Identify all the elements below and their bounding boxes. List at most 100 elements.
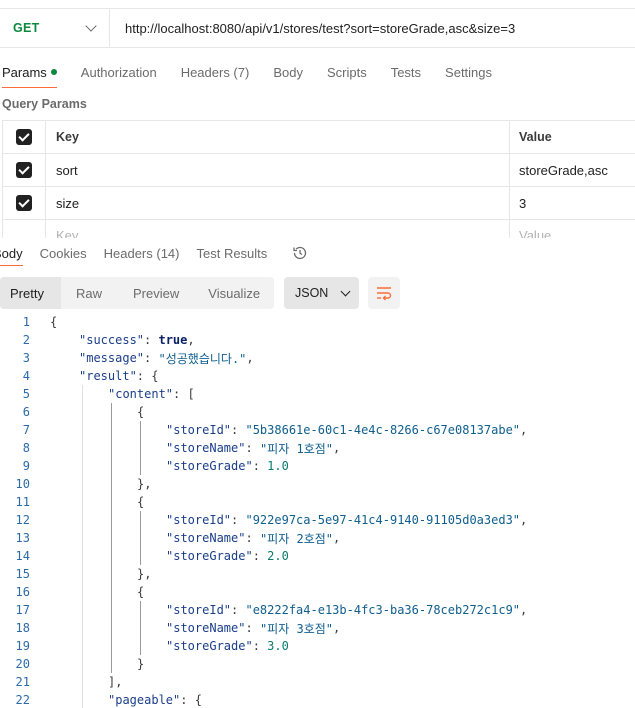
indent-guide (111, 511, 112, 529)
indent-guide (111, 565, 112, 583)
code-token: { (50, 315, 58, 329)
view-visualize-button[interactable]: Visualize (197, 277, 270, 309)
code-text: "storeId": "922e97ca-5e97-41c4-9140-9110… (166, 511, 527, 529)
param-checkbox[interactable] (16, 195, 32, 211)
indent-guide (111, 421, 112, 439)
code-line: 10}, (0, 475, 635, 493)
method-select[interactable]: GET (0, 9, 110, 47)
param-value-field[interactable]: 3 (510, 187, 635, 219)
tab-authorization[interactable]: Authorization (81, 56, 157, 88)
view-raw-button[interactable]: Raw (61, 277, 120, 309)
code-line: 2 "success": true, (0, 331, 635, 349)
url-input[interactable]: http://localhost:8080/api/v1/stores/test… (110, 21, 515, 36)
code-token: : { (136, 369, 159, 383)
chevron-down-icon (340, 286, 351, 296)
code-text: "storeGrade": 2.0 (166, 547, 289, 565)
code-text: "success": true, (79, 331, 195, 349)
code-line: 1{ (0, 313, 635, 331)
indent-guide (140, 439, 141, 457)
code-text: ], (108, 673, 122, 691)
tab-headers[interactable]: Headers (7) (181, 56, 250, 88)
format-select[interactable]: JSON (284, 277, 359, 309)
indent-guide (111, 583, 112, 601)
line-number: 5 (22, 387, 30, 401)
code-text: }, (137, 565, 151, 583)
code-token: , (187, 333, 195, 347)
indent-guide (140, 601, 141, 619)
param-key-field[interactable]: sort (46, 154, 510, 186)
line-number: 15 (15, 567, 30, 581)
tab-scripts[interactable]: Scripts (327, 56, 367, 88)
indent-guide (82, 673, 83, 691)
tab-label: Params (2, 64, 47, 80)
tab-response-body[interactable]: Body (0, 240, 23, 266)
code-token: "storeGrade" (166, 549, 253, 563)
response-tabs: Body Cookies Headers (14) Test Results (0, 240, 635, 266)
tab-params[interactable]: Params (2, 56, 57, 88)
new-value-field[interactable]: Value (510, 220, 635, 238)
code-token: "storeName" (166, 441, 246, 455)
code-token: : (245, 441, 260, 455)
view-preview-button[interactable]: Preview (120, 277, 197, 309)
code-text: "result": { (79, 367, 158, 385)
code-token: : (245, 621, 260, 635)
code-token: : (245, 531, 260, 545)
indent-guide (111, 619, 112, 637)
code-token: "pageable" (108, 693, 181, 707)
tab-tests[interactable]: Tests (391, 56, 421, 88)
code-token: }, (137, 567, 152, 581)
line-number: 22 (15, 693, 30, 707)
code-token: "storeId" (166, 513, 232, 527)
code-token: "e8222fa4-e13b-4fc3-ba36-78ceb272c1c9" (245, 603, 521, 617)
code-token: : (231, 423, 246, 437)
code-line: 5 "content": [ (0, 385, 635, 403)
indent-guide (82, 547, 83, 565)
tab-response-headers[interactable]: Headers (14) (104, 240, 180, 266)
code-token: , (520, 423, 528, 437)
code-token: , (246, 351, 254, 365)
tab-cookies[interactable]: Cookies (40, 240, 87, 266)
param-value-field[interactable]: storeGrade,asc (510, 154, 635, 186)
code-text: "storeName": "피자 1호점", (166, 439, 340, 457)
wrap-lines-button[interactable] (368, 277, 400, 309)
new-key-field[interactable]: Key (46, 220, 510, 238)
code-text: "storeName": "피자 2호점", (166, 529, 340, 547)
code-token: "피자 1호점" (259, 441, 333, 456)
code-token: "content" (108, 387, 174, 401)
code-token: : (252, 549, 268, 563)
code-token: } (137, 657, 145, 671)
code-line: 18 "storeName": "피자 3호점", (0, 619, 635, 637)
tab-body[interactable]: Body (273, 56, 303, 88)
table-row: size 3 (2, 187, 635, 220)
url-bar: GET http://localhost:8080/api/v1/stores/… (0, 8, 635, 48)
line-number: 20 (15, 657, 30, 671)
tab-settings[interactable]: Settings (445, 56, 492, 88)
code-line: 22 "pageable": { (0, 691, 635, 708)
request-tabs: Params Authorization Headers (7) Body Sc… (0, 56, 516, 88)
indent-guide (82, 457, 83, 475)
select-all-checkbox[interactable] (16, 129, 32, 145)
indent-guide (82, 655, 83, 673)
indent-guide (111, 403, 112, 421)
code-line: 17 "storeId": "e8222fa4-e13b-4fc3-ba36-78… (0, 601, 635, 619)
history-icon[interactable] (292, 245, 308, 261)
code-token: 2.0 (267, 549, 289, 563)
view-pretty-button[interactable]: Pretty (0, 277, 61, 309)
code-token: : (144, 333, 159, 347)
line-number: 16 (15, 585, 30, 599)
code-line: 20} (0, 655, 635, 673)
tab-test-results[interactable]: Test Results (196, 240, 267, 266)
line-number: 3 (22, 351, 30, 365)
indent-guide (82, 637, 83, 655)
line-number: 17 (15, 603, 30, 617)
code-token: "storeName" (166, 531, 246, 545)
table-row: sort storeGrade,asc (2, 154, 635, 187)
code-token: , (520, 603, 528, 617)
indent-guide (82, 619, 83, 637)
code-token: , (520, 513, 528, 527)
code-text: "storeId": "5b38661e-60c1-4e4c-8266-c67e… (166, 421, 527, 439)
param-key-field[interactable]: size (46, 187, 510, 219)
code-token: { (137, 405, 145, 419)
table-row-new: Key Value (2, 220, 635, 238)
param-checkbox[interactable] (16, 162, 32, 178)
